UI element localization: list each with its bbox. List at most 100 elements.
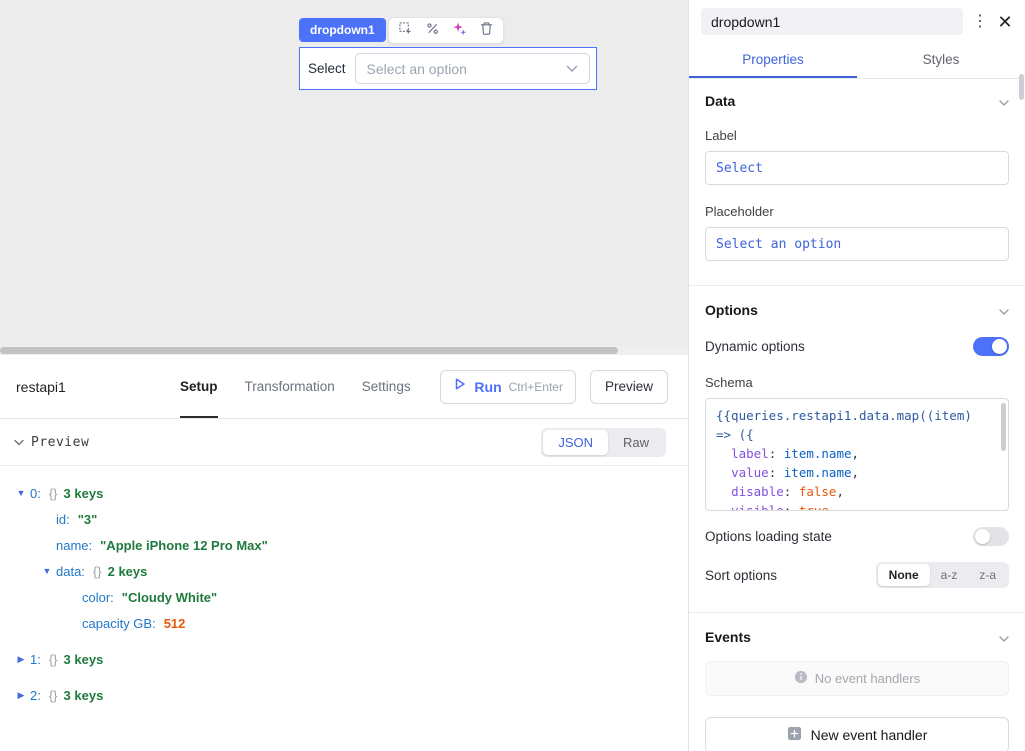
code-line: value: item.name, [716,463,998,482]
preview-section-toggle[interactable]: Preview [14,435,89,450]
label-field-input[interactable]: Select [705,151,1009,185]
widget-title-input[interactable]: dropdown1 [701,8,963,35]
tree-toggle-icon[interactable]: ▶ [12,690,30,701]
tree-key: name: [56,538,92,553]
chevron-down-icon [999,93,1009,109]
code-line: label: item.name, [716,444,998,463]
tree-row[interactable]: id:"3" [0,506,688,532]
code-token: , [852,465,860,480]
query-editor-header: restapi1 Setup Transformation Settings R… [0,355,688,419]
tree-row[interactable]: ▶1:{}3 keys [0,646,688,672]
sort-za-button[interactable]: z-a [968,564,1007,586]
no-event-handlers-box: No event handlers [705,661,1009,696]
tree-row[interactable]: ▼data:{}2 keys [0,558,688,584]
schema-code: {{queries.restapi1.data.map((item)=> ({ … [716,406,998,511]
code-token: => ({ [716,427,754,442]
divider [689,612,1025,613]
tree-value: "3" [78,512,98,527]
query-name[interactable]: restapi1 [16,355,166,418]
tree-row[interactable]: ▼0: {} 3 keys [0,480,688,506]
tab-properties[interactable]: Properties [689,41,857,78]
sort-none-button[interactable]: None [878,564,930,586]
run-shortcut: Ctrl+Enter [509,380,563,394]
tree-braces: {} [49,486,58,501]
app-builder: dropdown1 [0,0,1025,751]
inspector-panel: dropdown1 ⋮ ✕ Properties Styles Data Lab… [688,0,1025,751]
schema-code-editor[interactable]: {{queries.restapi1.data.map((item)=> ({ … [705,398,1009,511]
code-token [716,446,731,461]
code-line: {{queries.restapi1.data.map((item) [716,406,998,425]
chevron-down-icon [999,302,1009,318]
options-loading-toggle[interactable] [973,527,1009,546]
tree-key: color: [82,590,114,605]
tree-value: 512 [164,616,186,631]
canvas[interactable]: dropdown1 [0,0,688,355]
tab-styles[interactable]: Styles [857,41,1025,78]
tab-transformation[interactable]: Transformation [245,355,335,418]
horizontal-scrollbar-thumb[interactable] [0,347,618,354]
code-token [716,465,731,480]
delete-widget-button[interactable] [473,19,500,42]
section-events-title: Events [705,629,751,645]
dynamic-options-label: Dynamic options [705,339,805,354]
preview-mode-raw[interactable]: Raw [608,430,664,455]
dropdown-widget[interactable]: Select Select an option [299,47,597,90]
code-token: item.name [784,465,852,480]
code-token: label [731,446,769,461]
tree-braces: {} [93,564,102,579]
section-events[interactable]: Events [705,629,1009,645]
tree-row[interactable]: capacity GB:512 [0,610,688,636]
chevron-down-icon [999,629,1009,645]
preview-query-button[interactable]: Preview [590,370,668,404]
dropdown-placeholder-text: Select an option [367,61,467,77]
tree-row[interactable]: ▶2:{}3 keys [0,682,688,708]
close-icon[interactable]: ✕ [991,13,1019,31]
widget-name-badge[interactable]: dropdown1 [299,18,386,42]
tree-row[interactable]: color: "Cloudy White" [0,584,688,610]
preview-mode-json[interactable]: JSON [543,430,608,455]
widget-toolbar [388,17,504,44]
new-event-handler-button[interactable]: New event handler [705,717,1009,751]
tree-toggle-icon[interactable]: ▼ [38,566,56,576]
sort-options-label: Sort options [705,568,777,583]
section-data[interactable]: Data [705,93,1009,109]
section-options[interactable]: Options [705,302,1009,318]
ai-sparkles-button[interactable] [446,19,473,42]
inspector-header: dropdown1 ⋮ ✕ [689,0,1025,35]
tree-key: 0: [30,486,41,501]
code-scrollbar-thumb[interactable] [1001,403,1006,451]
select-parent-icon [398,21,413,41]
placeholder-field-label: Placeholder [705,204,1009,219]
run-query-button[interactable]: Run Ctrl+Enter [440,370,576,404]
new-event-handler-label: New event handler [811,727,928,743]
dropdown-select[interactable]: Select an option [355,53,590,84]
preview-section-title: Preview [31,435,89,450]
code-token: , [852,446,860,461]
json-tree: ▼0:{}3 keysid:"3"name:"Apple iPhone 12 P… [0,466,688,751]
query-tabs: Setup Transformation Settings [180,355,411,418]
placeholder-field-input[interactable]: Select an option [705,227,1009,261]
dynamic-options-toggle[interactable] [973,337,1009,356]
delete-icon [479,21,494,41]
code-token [716,503,731,511]
code-token: : [769,446,784,461]
code-token: item.name [784,446,852,461]
section-data-title: Data [705,93,735,109]
tree-value: "Cloudy White" [122,590,217,605]
tab-settings[interactable]: Settings [362,355,411,418]
tab-setup[interactable]: Setup [180,355,218,418]
select-parent-button[interactable] [392,19,419,42]
run-label: Run [474,379,501,395]
tree-key: data: [56,564,85,579]
inspector-tabs: Properties Styles [689,41,1025,79]
info-icon [794,670,808,687]
code-token: {{queries.restapi1.data.map((item) [716,408,972,423]
sort-az-button[interactable]: a-z [930,564,969,586]
code-line: => ({ [716,425,998,444]
kebab-menu-icon[interactable]: ⋮ [969,14,991,30]
inspect-button[interactable] [419,19,446,42]
tree-key-count: 3 keys [64,486,104,501]
tree-toggle-icon[interactable]: ▼ [12,488,30,498]
tree-row[interactable]: name:"Apple iPhone 12 Pro Max" [0,532,688,558]
tree-toggle-icon[interactable]: ▶ [12,654,30,665]
